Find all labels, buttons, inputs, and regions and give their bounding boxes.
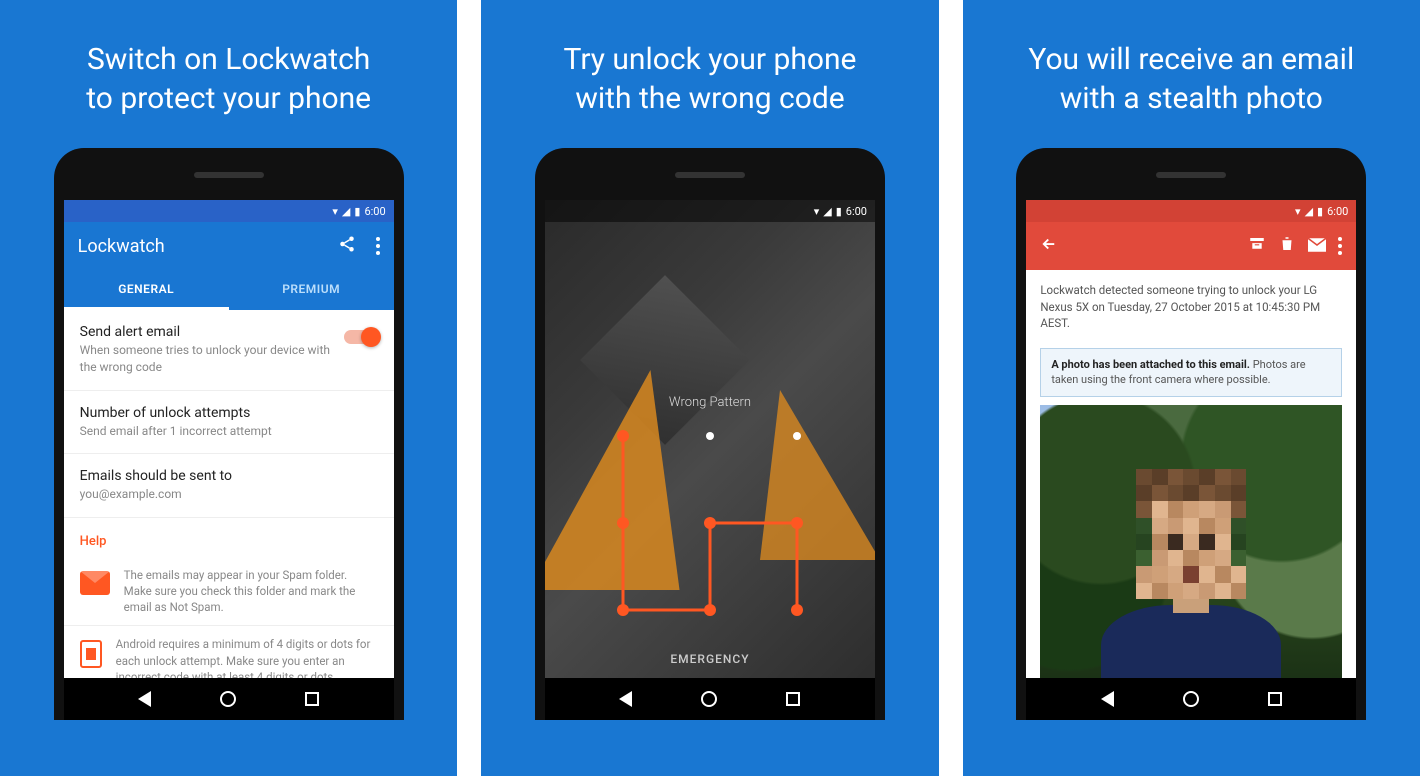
tab-bar: GENERAL PREMIUM <box>64 270 394 310</box>
email-body-text: Lockwatch detected someone trying to unl… <box>1026 270 1356 344</box>
wrong-pattern-label: Wrong Pattern <box>545 395 875 410</box>
battery-icon: ▮ <box>354 205 360 218</box>
nav-home-icon[interactable] <box>1183 691 1199 707</box>
archive-icon[interactable] <box>1248 235 1266 257</box>
setting-send-alert[interactable]: Send alert email When someone tries to u… <box>64 310 394 391</box>
promo-panel-1: Switch on Lockwatch to protect your phon… <box>0 0 457 776</box>
status-bar: ▾ ◢ ▮ 6:00 <box>64 200 394 222</box>
trash-icon[interactable] <box>1278 235 1296 257</box>
setting-title: Number of unlock attempts <box>80 405 378 421</box>
envelope-icon <box>80 571 110 595</box>
tab-premium[interactable]: PREMIUM <box>229 270 394 310</box>
help-item: The emails may appear in your Spam folde… <box>64 557 394 626</box>
photo-notice-card: A photo has been attached to this email.… <box>1040 348 1342 397</box>
settings-list: Send alert email When someone tries to u… <box>64 310 394 696</box>
setting-title: Send alert email <box>80 324 344 340</box>
mail-icon[interactable] <box>1308 237 1326 256</box>
phone-screen: ▾ ◢ ▮ 6:00 Lock <box>1026 200 1356 720</box>
help-text: The emails may appear in your Spam folde… <box>124 567 378 615</box>
battery-icon: ▮ <box>836 205 842 218</box>
wifi-icon: ▾ <box>814 205 820 218</box>
more-icon[interactable] <box>1338 237 1342 255</box>
phone-speaker <box>675 172 745 178</box>
app-bar: Lockwatch <box>64 222 394 270</box>
wifi-icon: ▾ <box>332 205 338 218</box>
nav-home-icon[interactable] <box>701 691 717 707</box>
nav-recent-icon[interactable] <box>786 692 800 706</box>
phone-screen: ▾ ◢ ▮ 6:00 Wrong Pattern <box>545 200 875 720</box>
help-section-label: Help <box>64 518 394 557</box>
nav-recent-icon[interactable] <box>305 692 319 706</box>
phone-speaker <box>1156 172 1226 178</box>
signal-icon: ◢ <box>823 205 831 218</box>
phone-speaker <box>194 172 264 178</box>
share-icon[interactable] <box>338 235 356 257</box>
phone-screen: ▾ ◢ ▮ 6:00 Lockwatch GENERAL PREMIUM <box>64 200 394 720</box>
more-icon[interactable] <box>376 237 380 255</box>
signal-icon: ◢ <box>342 205 350 218</box>
promo-panel-2: Try unlock your phone with the wrong cod… <box>481 0 938 776</box>
stealth-photo[interactable] <box>1040 405 1342 685</box>
status-bar: ▾ ◢ ▮ 6:00 <box>1026 200 1356 222</box>
setting-sub: you@example.com <box>80 486 378 503</box>
status-bar: ▾ ◢ ▮ 6:00 <box>545 200 875 222</box>
photo-notice-bold: A photo has been attached to this email. <box>1051 358 1250 371</box>
status-time: 6:00 <box>846 205 867 218</box>
toggle-switch[interactable] <box>344 330 378 344</box>
panel-title: Switch on Lockwatch to protect your phon… <box>66 40 391 148</box>
gmail-app-bar <box>1026 222 1356 270</box>
phone-frame: ▾ ◢ ▮ 6:00 Wrong Pattern <box>535 148 885 720</box>
nav-back-icon[interactable] <box>619 691 632 707</box>
phone-frame: ▾ ◢ ▮ 6:00 Lock <box>1016 148 1366 720</box>
panel-title: Try unlock your phone with the wrong cod… <box>544 40 877 148</box>
promo-panel-3: You will receive an email with a stealth… <box>963 0 1420 776</box>
phone-frame: ▾ ◢ ▮ 6:00 Lockwatch GENERAL PREMIUM <box>54 148 404 720</box>
setting-title: Emails should be sent to <box>80 468 378 484</box>
emergency-button[interactable]: EMERGENCY <box>545 652 875 666</box>
wifi-icon: ▾ <box>1295 205 1301 218</box>
nav-recent-icon[interactable] <box>1268 692 1282 706</box>
status-time: 6:00 <box>1327 205 1348 218</box>
back-icon[interactable] <box>1040 235 1058 257</box>
pattern-grid[interactable] <box>615 428 805 618</box>
nav-back-icon[interactable] <box>1101 691 1114 707</box>
status-time: 6:00 <box>364 205 385 218</box>
nav-back-icon[interactable] <box>138 691 151 707</box>
app-title: Lockwatch <box>78 236 338 257</box>
setting-emails[interactable]: Emails should be sent to you@example.com <box>64 454 394 518</box>
setting-attempts[interactable]: Number of unlock attempts Send email aft… <box>64 391 394 455</box>
battery-icon: ▮ <box>1317 205 1323 218</box>
android-navbar <box>1026 678 1356 720</box>
panel-title: You will receive an email with a stealth… <box>1008 40 1374 148</box>
android-navbar <box>64 678 394 720</box>
nav-home-icon[interactable] <box>220 691 236 707</box>
device-icon <box>80 640 102 668</box>
tab-general[interactable]: GENERAL <box>64 270 229 310</box>
signal-icon: ◢ <box>1305 205 1313 218</box>
setting-sub: Send email after 1 incorrect attempt <box>80 423 378 440</box>
setting-sub: When someone tries to unlock your device… <box>80 342 344 376</box>
android-navbar <box>545 678 875 720</box>
lockscreen-bg: ▾ ◢ ▮ 6:00 Wrong Pattern <box>545 200 875 720</box>
